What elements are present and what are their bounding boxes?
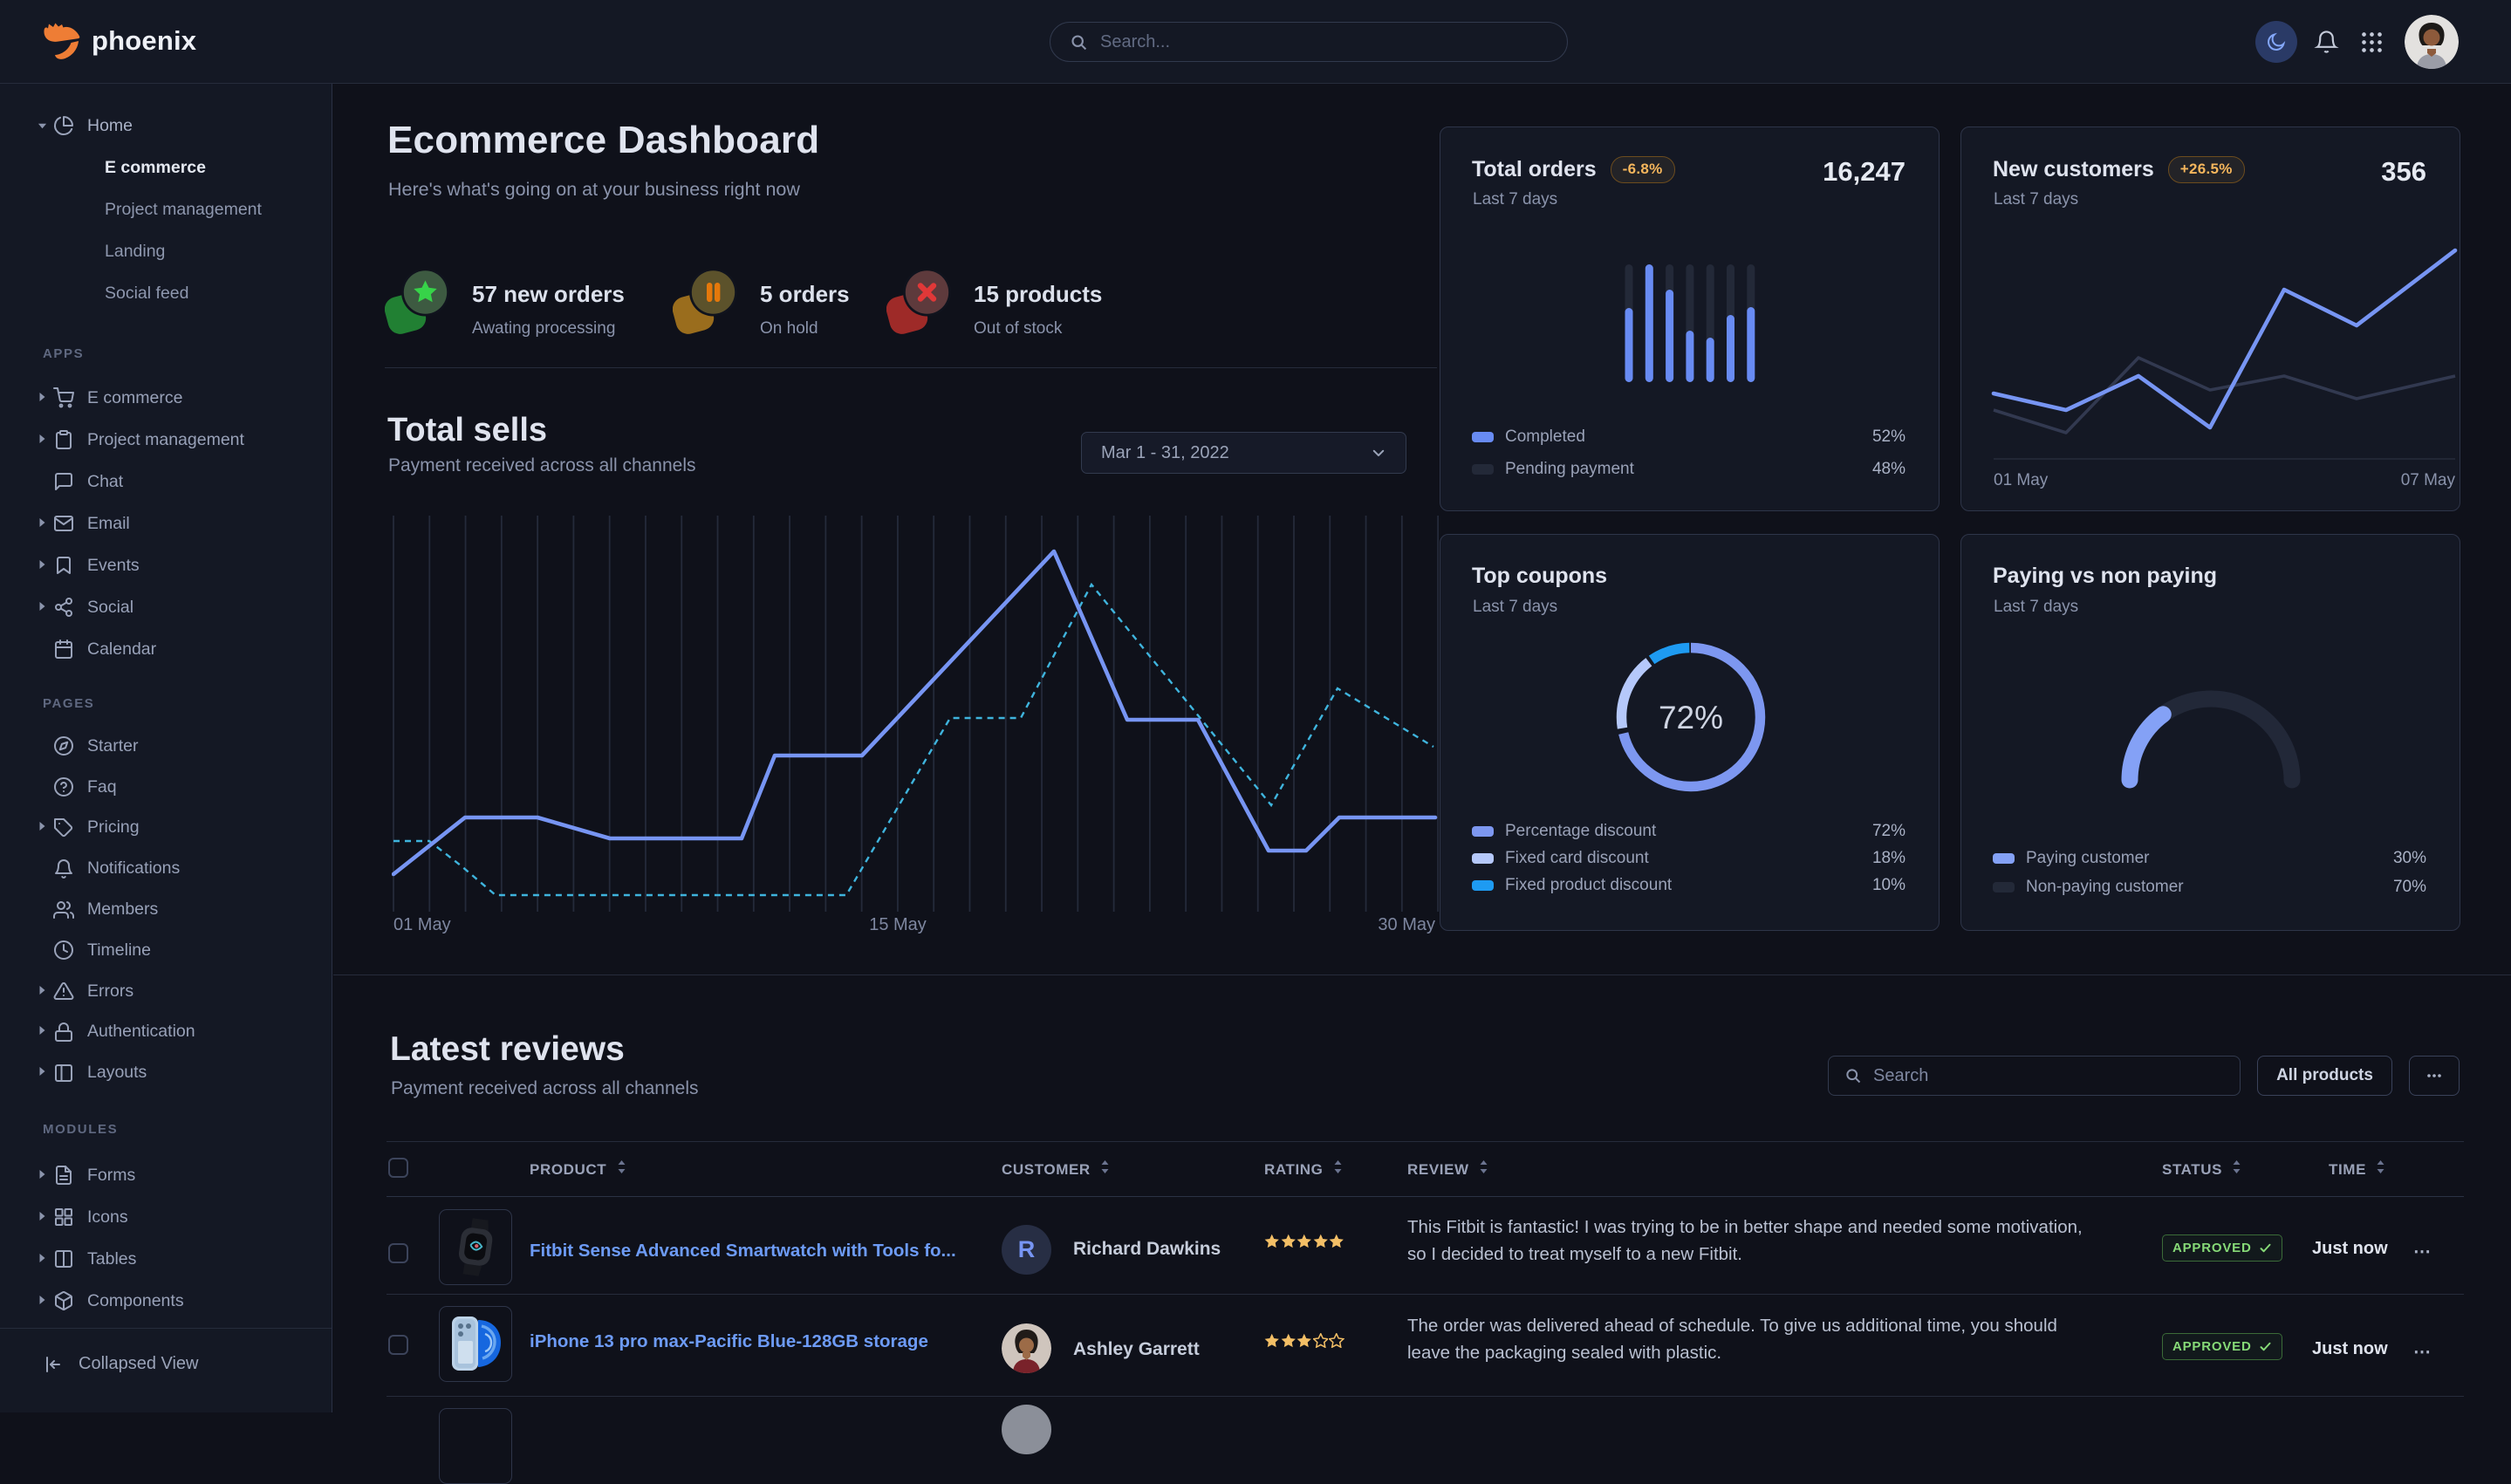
svg-text:01 May: 01 May <box>1994 471 2049 489</box>
svg-text:15 May: 15 May <box>869 915 927 934</box>
svg-text:72%: 72% <box>1659 700 1723 735</box>
svg-text:07 May: 07 May <box>2401 471 2456 489</box>
svg-text:01 May: 01 May <box>393 915 451 934</box>
svg-text:30 May: 30 May <box>1378 915 1435 934</box>
